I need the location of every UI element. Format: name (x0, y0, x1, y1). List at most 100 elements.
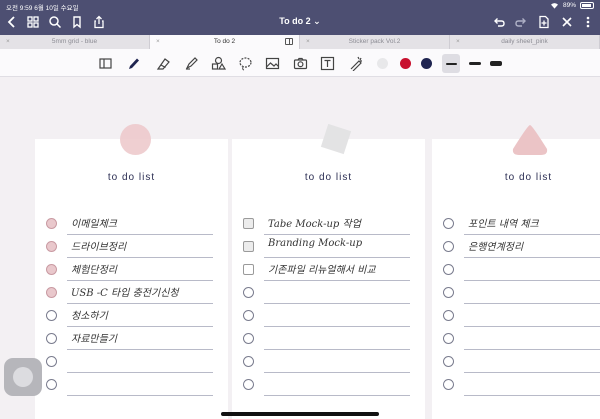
camera-icon[interactable] (292, 55, 308, 71)
todo-checkbox[interactable] (243, 264, 254, 275)
add-page-icon[interactable] (537, 15, 551, 29)
share-icon[interactable] (92, 15, 106, 29)
todo-item[interactable]: 체험단정리 (46, 258, 213, 281)
tab-close-icon[interactable]: × (156, 35, 160, 49)
status-bar: 오전 9:59 6월 10일 수요일 89% (0, 0, 600, 12)
todo-item[interactable] (243, 304, 410, 327)
todo-checkbox[interactable] (46, 333, 57, 344)
eraser-icon[interactable] (155, 55, 171, 71)
todo-checkbox[interactable] (243, 333, 254, 344)
tab-close-icon[interactable]: × (6, 35, 10, 49)
todo-item-text: 자료만들기 (71, 334, 117, 345)
todo-checkbox[interactable] (46, 356, 57, 367)
todo-item[interactable] (243, 373, 410, 396)
todo-item[interactable]: USB -C 타입 충전기신청 (46, 281, 213, 304)
todo-line (264, 395, 410, 396)
todo-checkbox[interactable] (243, 310, 254, 321)
todo-item[interactable] (443, 373, 600, 396)
wifi-icon (550, 3, 558, 9)
thumbnails-grid-icon[interactable] (26, 15, 40, 29)
bookmark-icon[interactable] (70, 15, 84, 29)
todo-item[interactable] (443, 258, 600, 281)
todo-item-text: 체험단정리 (71, 265, 117, 276)
todo-item[interactable] (443, 304, 600, 327)
todo-item[interactable]: 드라이브정리 (46, 235, 213, 258)
tab-close-icon[interactable]: × (306, 35, 310, 49)
tab-close-icon[interactable]: × (456, 35, 460, 49)
tab-label: To do 2 (213, 38, 236, 45)
tab-5mm-grid-blue[interactable]: × 5mm grid - blue (0, 35, 150, 49)
todo-item[interactable] (46, 373, 213, 396)
todo-checkbox[interactable] (46, 241, 57, 252)
image-icon[interactable] (264, 55, 280, 71)
text-icon[interactable] (319, 55, 335, 71)
pen-icon[interactable] (125, 55, 141, 71)
tab-to-do-2[interactable]: × To do 2 (150, 35, 300, 49)
todo-item-text: 이메일체크 (71, 219, 117, 230)
todo-item[interactable]: Branding Mock-up (243, 235, 410, 258)
shapes-icon[interactable] (210, 55, 226, 71)
todo-item-text: 드라이브정리 (71, 242, 127, 253)
todo-checkbox[interactable] (243, 218, 254, 229)
todo-item[interactable] (243, 281, 410, 304)
close-icon[interactable] (560, 15, 574, 29)
document-title[interactable]: To do 2 ⌄ (279, 16, 320, 26)
laser-pointer-icon[interactable] (347, 55, 363, 71)
battery-icon (580, 2, 594, 9)
todo-item[interactable] (443, 281, 600, 304)
todo-item[interactable]: 은행연계정리 (443, 235, 600, 258)
todo-checkbox[interactable] (443, 218, 454, 229)
more-options-icon[interactable] (581, 15, 595, 29)
lasso-icon[interactable] (237, 55, 253, 71)
undo-icon[interactable] (492, 15, 506, 29)
split-view-icon[interactable] (285, 38, 293, 45)
todo-item[interactable] (443, 327, 600, 350)
todo-checkbox[interactable] (46, 310, 57, 321)
todo-item[interactable]: Tabe Mock-up 작업 (243, 212, 410, 235)
tab-daily-sheet-pink[interactable]: × daily sheet_pink (450, 35, 600, 49)
todo-item[interactable]: 포인트 내역 체크 (443, 212, 600, 235)
read-mode-icon[interactable] (97, 55, 113, 71)
stroke-width-medium[interactable] (469, 62, 481, 65)
todo-checkbox[interactable] (443, 287, 454, 298)
todo-item[interactable]: 자료만들기 (46, 327, 213, 350)
todo-item[interactable]: 기존파일 리뉴얼해서 비교 (243, 258, 410, 281)
todo-checkbox[interactable] (443, 333, 454, 344)
todo-checkbox[interactable] (46, 287, 57, 298)
todo-checkbox[interactable] (443, 379, 454, 390)
search-icon[interactable] (48, 15, 62, 29)
todo-checkbox[interactable] (443, 310, 454, 321)
todo-item[interactable] (243, 350, 410, 373)
todo-item[interactable]: 청소하기 (46, 304, 213, 327)
assistive-touch-button[interactable] (4, 358, 42, 396)
todo-checkbox[interactable] (243, 379, 254, 390)
tab-sticker-pack[interactable]: × Sticker pack Vol.2 (300, 35, 450, 49)
todo-checkbox[interactable] (46, 218, 57, 229)
deco-triangle (512, 125, 548, 155)
todo-checkbox[interactable] (443, 264, 454, 275)
todo-line (67, 395, 213, 396)
todo-item[interactable] (443, 350, 600, 373)
todo-item[interactable] (243, 327, 410, 350)
stroke-width-thick[interactable] (490, 61, 502, 66)
todo-item-text: Tabe Mock-up 작업 (268, 219, 361, 230)
color-swatch-navy[interactable] (421, 58, 432, 69)
redo-icon[interactable] (514, 15, 528, 29)
todo-item[interactable]: 이메일체크 (46, 212, 213, 235)
todo-item-text: 은행연계정리 (468, 242, 524, 253)
highlighter-icon[interactable] (183, 55, 199, 71)
document-tabs: × 5mm grid - blue × To do 2 × Sticker pa… (0, 35, 600, 49)
stroke-width-thin[interactable] (446, 63, 457, 65)
todo-item[interactable] (46, 350, 213, 373)
todo-checkbox[interactable] (243, 241, 254, 252)
todo-checkbox[interactable] (243, 356, 254, 367)
back-icon[interactable] (5, 15, 19, 29)
todo-checkbox[interactable] (243, 287, 254, 298)
todo-checkbox[interactable] (46, 379, 57, 390)
todo-checkbox[interactable] (443, 241, 454, 252)
todo-checkbox[interactable] (46, 264, 57, 275)
todo-checkbox[interactable] (443, 356, 454, 367)
color-swatch-red[interactable] (400, 58, 411, 69)
home-indicator[interactable] (221, 412, 379, 416)
color-swatch-light-gray[interactable] (377, 58, 388, 69)
